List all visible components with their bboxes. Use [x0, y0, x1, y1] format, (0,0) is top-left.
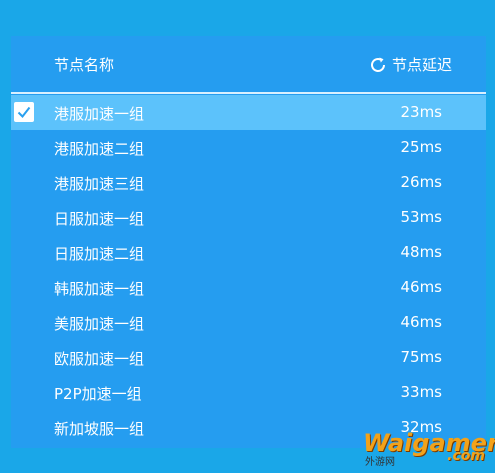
node-name: 港服加速三组	[54, 175, 145, 193]
node-latency: 26ms	[400, 173, 442, 191]
node-name: 港服加速一组	[54, 105, 145, 123]
node-latency: 46ms	[400, 313, 442, 331]
list-header: 节点名称 节点延迟	[11, 36, 486, 92]
node-list: 港服加速一组 23ms 港服加速二组 25ms 港服加速三组 26ms 日服加速一组 53ms…	[11, 95, 486, 445]
watermark-logo: Waigamer .com 外游网	[363, 429, 495, 468]
node-latency: 48ms	[400, 243, 442, 261]
node-row[interactable]: P2P加速一组 33ms	[11, 375, 486, 410]
node-latency: 23ms	[400, 103, 442, 121]
latency-header-label: 节点延迟	[391, 56, 452, 74]
refresh-icon[interactable]	[368, 55, 388, 75]
node-name: 日服加速二组	[54, 245, 145, 263]
check-icon	[14, 102, 34, 122]
node-row[interactable]: 港服加速三组 26ms	[11, 165, 486, 200]
node-row[interactable]: 欧服加速一组 75ms	[11, 340, 486, 375]
node-list-panel: 节点名称 节点延迟 港服加速一组 23ms 港服加速二组 25ms 港服加速三组 26ms…	[11, 36, 486, 448]
node-name: 新加坡服一组	[54, 420, 145, 438]
node-row[interactable]: 日服加速二组 48ms	[11, 235, 486, 270]
node-latency: 75ms	[400, 348, 442, 366]
node-row[interactable]: 韩服加速一组 46ms	[11, 270, 486, 305]
node-latency: 46ms	[400, 278, 442, 296]
column-node-name: 节点名称	[54, 56, 115, 74]
node-name: 美服加速一组	[54, 315, 145, 333]
node-row[interactable]: 港服加速一组 23ms	[11, 95, 486, 130]
node-latency: 53ms	[400, 208, 442, 226]
watermark-com: .com	[447, 448, 485, 464]
node-row[interactable]: 美服加速一组 46ms	[11, 305, 486, 340]
header-divider	[11, 92, 486, 94]
node-row[interactable]: 日服加速一组 53ms	[11, 200, 486, 235]
node-name: 港服加速二组	[54, 140, 145, 158]
watermark-sub: 外游网	[365, 457, 395, 468]
node-name: P2P加速一组	[54, 385, 142, 403]
node-latency: 25ms	[400, 138, 442, 156]
node-name: 韩服加速一组	[54, 280, 145, 298]
node-name: 欧服加速一组	[54, 350, 145, 368]
node-name: 日服加速一组	[54, 210, 145, 228]
app-frame: 节点名称 节点延迟 港服加速一组 23ms 港服加速二组 25ms 港服加速三组 26ms…	[0, 0, 495, 473]
node-latency: 33ms	[400, 383, 442, 401]
node-row[interactable]: 港服加速二组 25ms	[11, 130, 486, 165]
column-node-latency[interactable]: 节点延迟	[368, 54, 452, 75]
